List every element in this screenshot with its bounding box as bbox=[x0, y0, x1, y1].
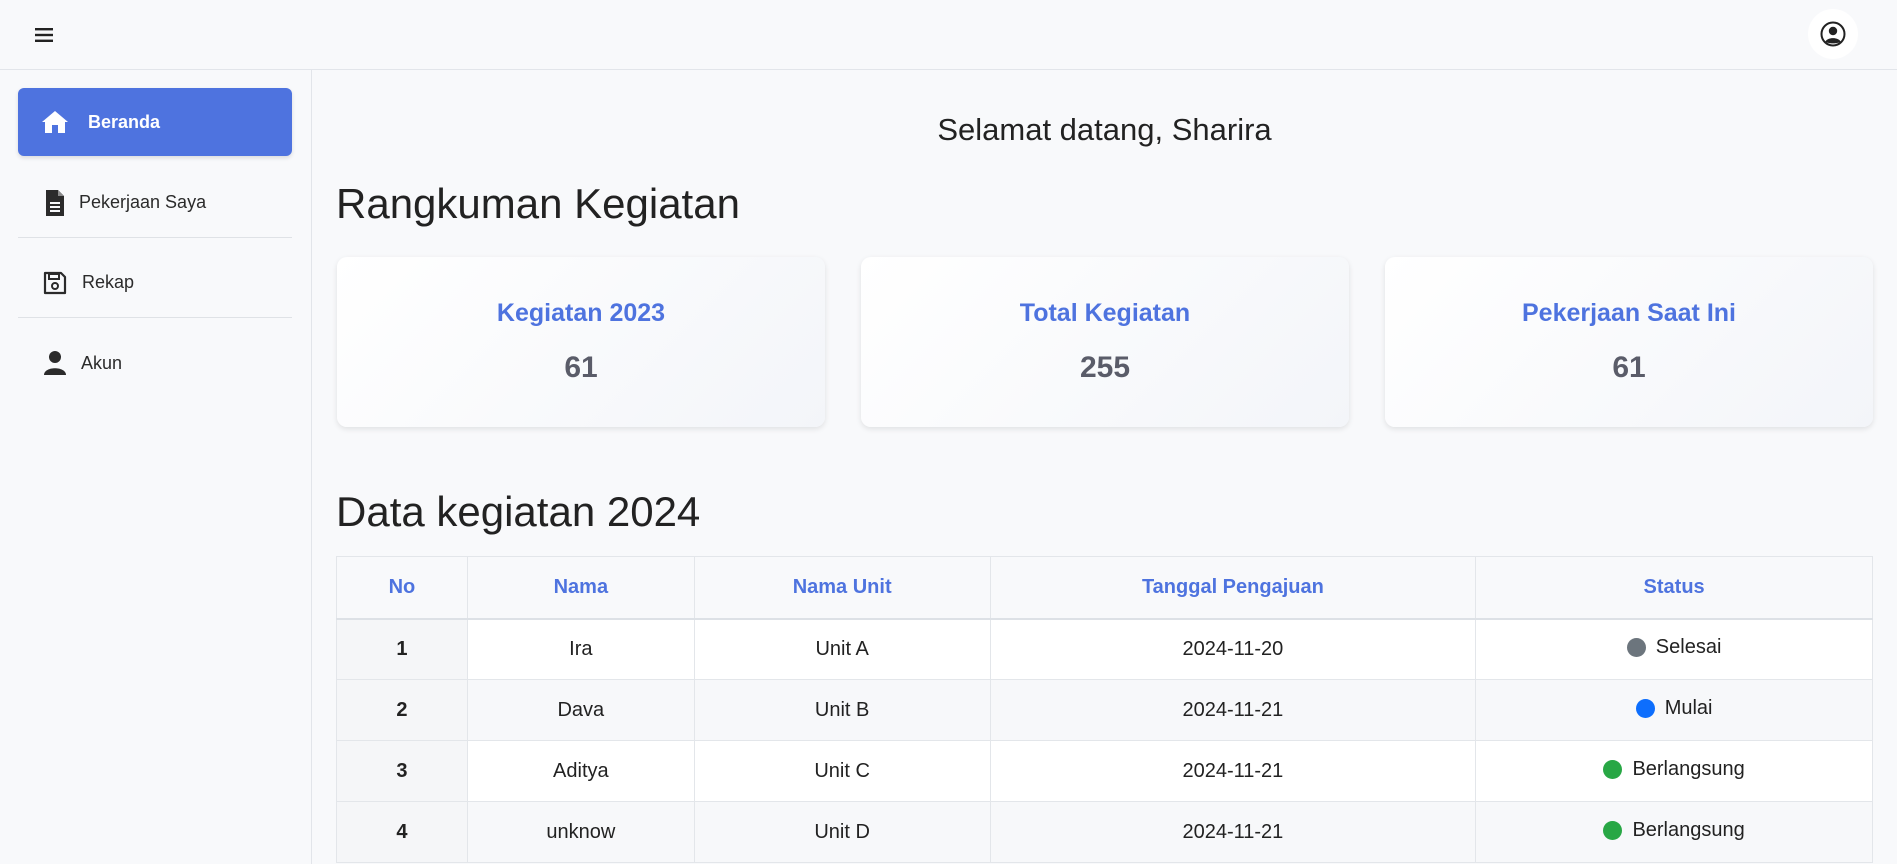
cell-no: 1 bbox=[336, 618, 468, 680]
table-header-row: No Nama Nama Unit Tanggal Pengajuan Stat… bbox=[336, 556, 1873, 620]
top-navbar bbox=[0, 0, 1897, 70]
card-title: Total Kegiatan bbox=[1019, 299, 1191, 327]
sidebar: Beranda Pekerjaan Saya Rekap Akun bbox=[0, 70, 312, 864]
card-value: 61 bbox=[1612, 351, 1646, 384]
table-row[interactable]: 3 Aditya Unit C 2024-11-21 Berlangsung bbox=[336, 740, 1873, 802]
status-badge: Selesai bbox=[1626, 635, 1722, 659]
summary-heading: Rangkuman Kegiatan bbox=[336, 180, 740, 227]
menu-toggle-button[interactable] bbox=[30, 21, 58, 49]
status-dot-icon bbox=[1603, 759, 1623, 779]
cell-unit: Unit B bbox=[693, 679, 991, 741]
cell-tanggal: 2024-11-21 bbox=[989, 740, 1477, 802]
card-title: Pekerjaan Saat Ini bbox=[1521, 299, 1736, 327]
status-label: Berlangsung bbox=[1632, 757, 1745, 780]
welcome-message: Selamat datang, Sharira bbox=[937, 112, 1272, 147]
cell-tanggal: 2024-11-20 bbox=[989, 618, 1477, 680]
user-menu-button[interactable] bbox=[1808, 9, 1858, 59]
table-row[interactable]: 2 Dava Unit B 2024-11-21 Mulai bbox=[336, 679, 1873, 741]
summary-card-kegiatan-2023: Kegiatan 2023 61 bbox=[337, 257, 825, 427]
table-row[interactable]: 4 unknow Unit D 2024-11-21 Berlangsung bbox=[336, 801, 1873, 863]
cell-unit: Unit C bbox=[693, 740, 991, 802]
table-heading: Data kegiatan 2024 bbox=[336, 488, 701, 535]
cell-tanggal: 2024-11-21 bbox=[989, 679, 1477, 741]
status-label: Mulai bbox=[1664, 696, 1713, 719]
sidebar-item-label: Rekap bbox=[82, 272, 135, 292]
table-row[interactable]: 1 Ira Unit A 2024-11-20 Selesai bbox=[336, 618, 1873, 680]
cell-nama: Ira bbox=[466, 618, 695, 680]
sidebar-item-label: Beranda bbox=[88, 111, 161, 132]
status-label: Berlangsung bbox=[1632, 818, 1745, 841]
cell-status: Selesai bbox=[1475, 618, 1873, 680]
cell-status: Berlangsung bbox=[1475, 740, 1873, 802]
column-header-tanggal-pengajuan[interactable]: Tanggal Pengajuan bbox=[989, 556, 1477, 620]
cell-unit: Unit D bbox=[693, 801, 991, 863]
cell-nama: Aditya bbox=[466, 740, 695, 802]
summary-card-pekerjaan-saat-ini: Pekerjaan Saat Ini 61 bbox=[1385, 257, 1873, 427]
status-badge: Berlangsung bbox=[1603, 757, 1745, 781]
sidebar-item-beranda[interactable]: Beranda bbox=[18, 88, 292, 156]
status-label: Selesai bbox=[1655, 635, 1722, 658]
card-value: 255 bbox=[1079, 351, 1131, 384]
cell-no: 2 bbox=[336, 679, 468, 741]
sidebar-item-label: Akun bbox=[81, 352, 123, 373]
user-circle-icon bbox=[1820, 21, 1846, 47]
cell-tanggal: 2024-11-21 bbox=[989, 801, 1477, 863]
home-icon bbox=[40, 107, 70, 137]
sidebar-item-pekerjaan-saya[interactable]: Pekerjaan Saya bbox=[18, 168, 292, 238]
cell-status: Berlangsung bbox=[1475, 801, 1873, 863]
cell-unit: Unit A bbox=[693, 618, 991, 680]
sidebar-item-akun[interactable]: Akun bbox=[18, 328, 292, 398]
activity-table: No Nama Nama Unit Tanggal Pengajuan Stat… bbox=[336, 556, 1873, 863]
hamburger-icon bbox=[35, 28, 53, 42]
status-dot-icon bbox=[1626, 637, 1646, 657]
cell-status: Mulai bbox=[1475, 679, 1873, 741]
cell-nama: unknow bbox=[466, 801, 695, 863]
file-icon bbox=[40, 188, 70, 218]
column-header-nama-unit[interactable]: Nama Unit bbox=[693, 556, 991, 620]
card-title: Kegiatan 2023 bbox=[496, 299, 666, 327]
column-header-status[interactable]: Status bbox=[1475, 556, 1873, 620]
cell-no: 3 bbox=[336, 740, 468, 802]
save-icon bbox=[40, 268, 70, 298]
card-value: 61 bbox=[564, 351, 598, 384]
status-dot-icon bbox=[1635, 698, 1655, 718]
summary-card-total-kegiatan: Total Kegiatan 255 bbox=[861, 257, 1349, 427]
column-header-nama[interactable]: Nama bbox=[466, 556, 695, 620]
status-dot-icon bbox=[1603, 820, 1623, 840]
sidebar-item-label: Pekerjaan Saya bbox=[79, 192, 207, 212]
user-icon bbox=[40, 348, 70, 378]
status-badge: Mulai bbox=[1635, 696, 1713, 720]
cell-no: 4 bbox=[336, 801, 468, 863]
cell-nama: Dava bbox=[466, 679, 695, 741]
column-header-no[interactable]: No bbox=[336, 556, 468, 620]
status-badge: Berlangsung bbox=[1603, 818, 1745, 842]
sidebar-item-rekap[interactable]: Rekap bbox=[18, 248, 292, 318]
